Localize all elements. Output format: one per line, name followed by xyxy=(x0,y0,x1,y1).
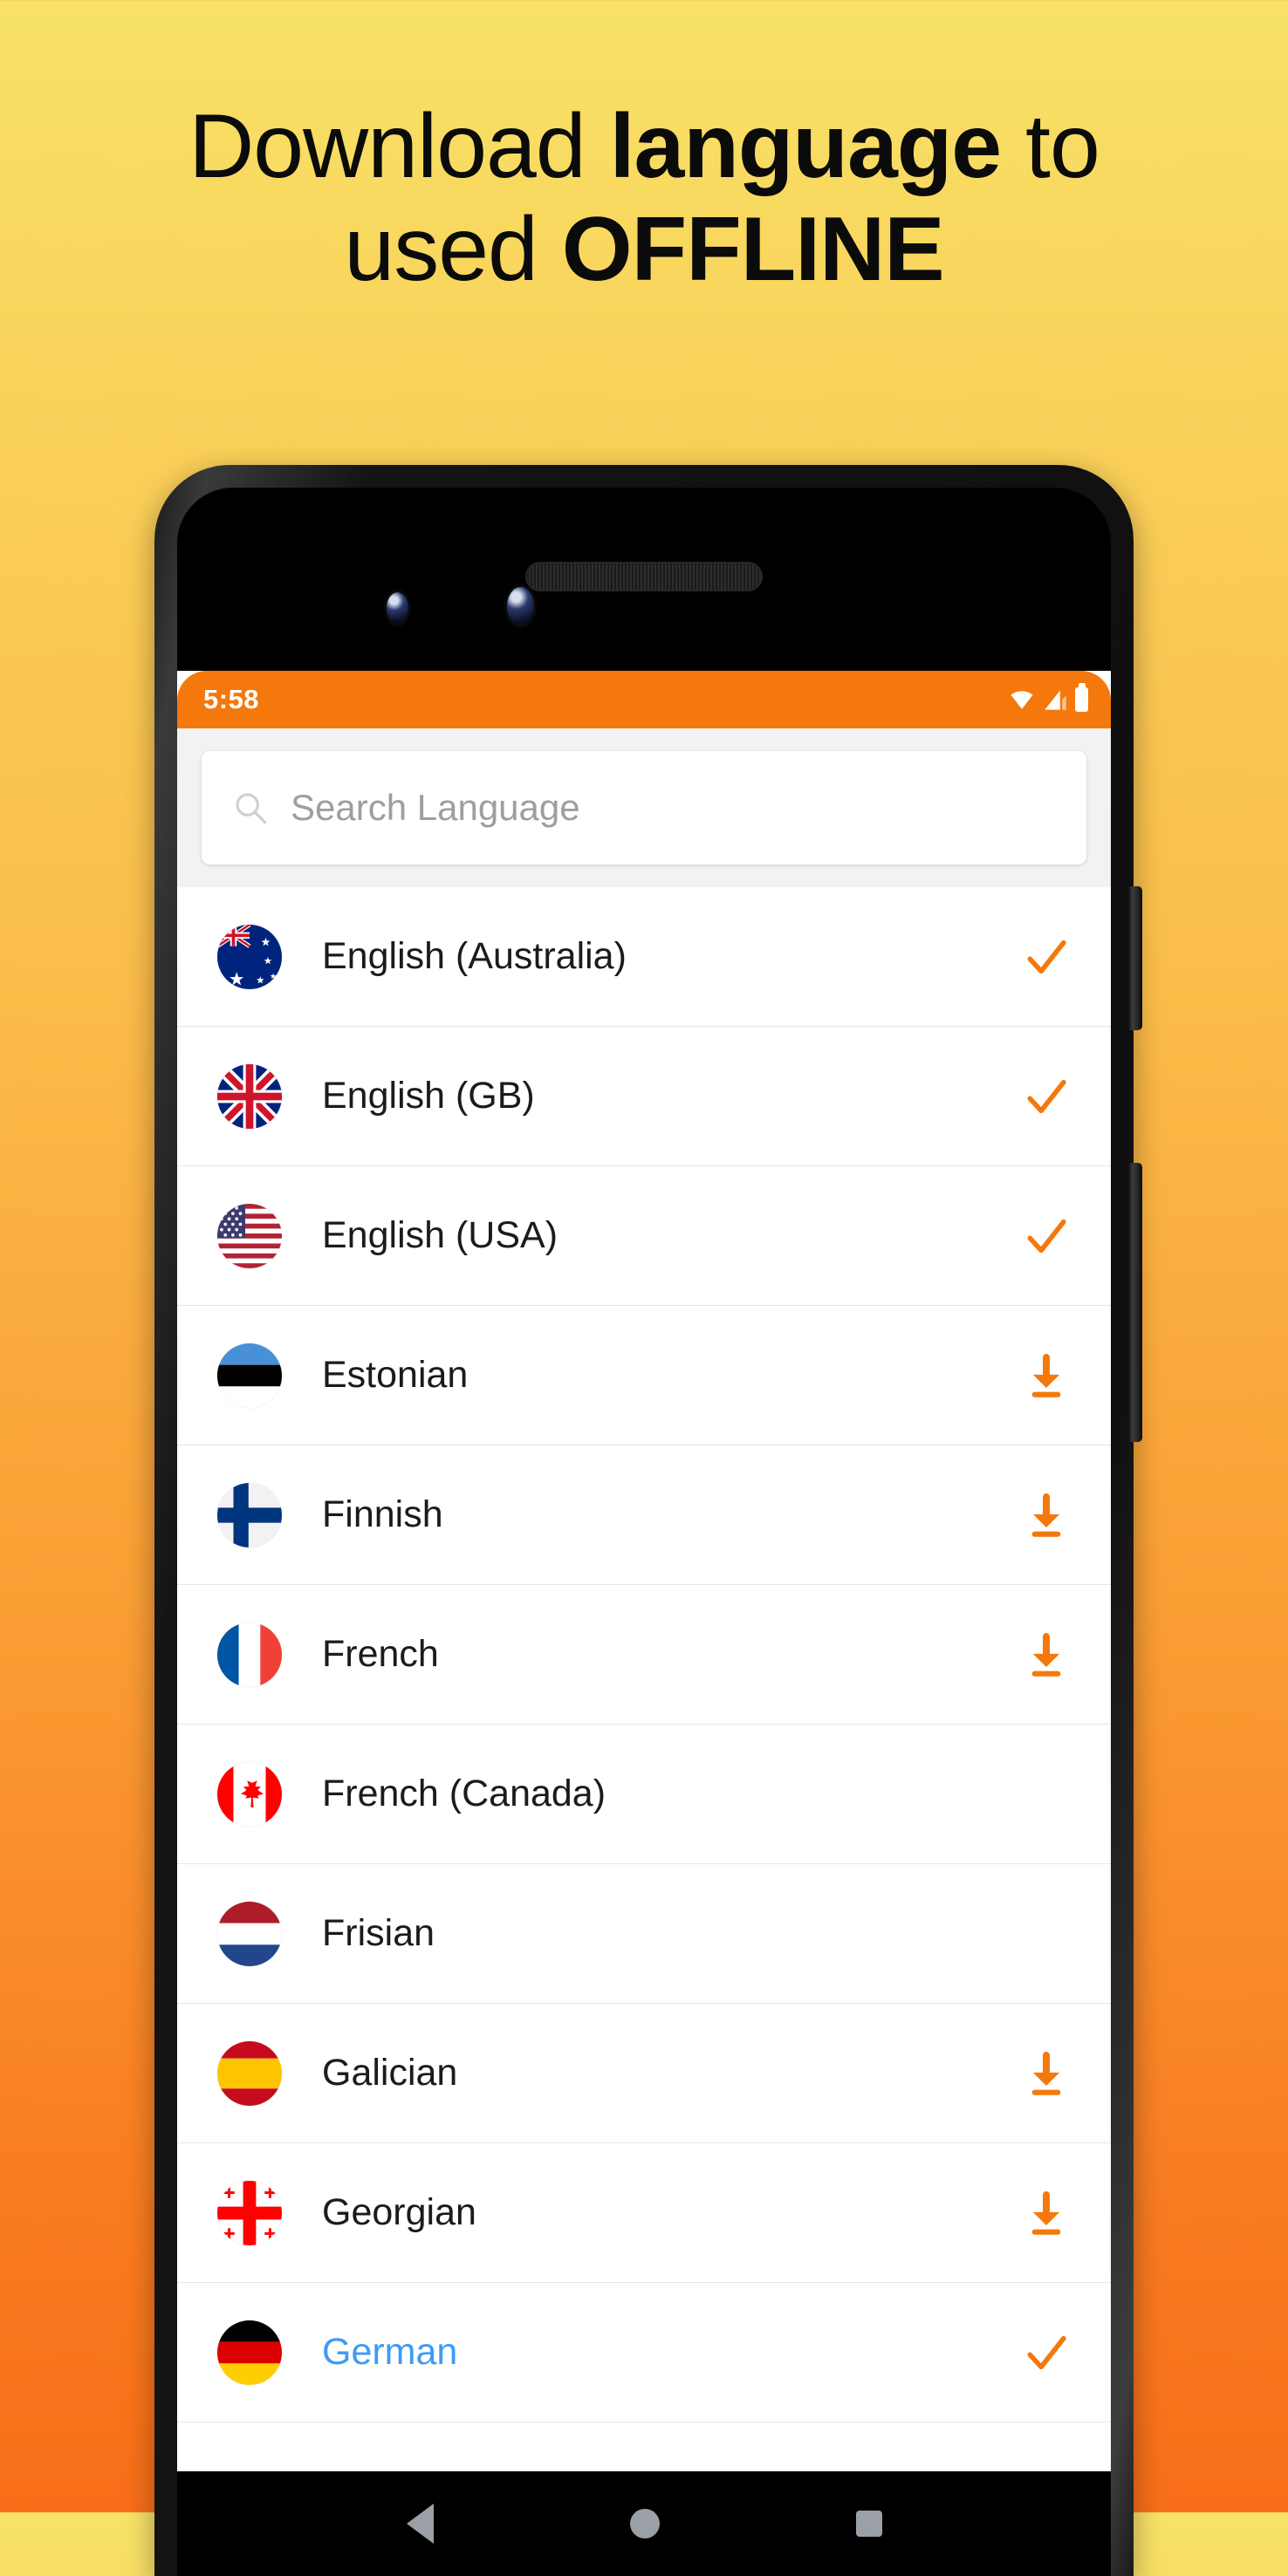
home-button[interactable] xyxy=(629,2509,660,2538)
language-name: French (Canada) xyxy=(322,1773,606,1814)
language-name: Finnish xyxy=(322,1493,443,1535)
flag-icon-au xyxy=(217,924,282,989)
headline-emphasis: language xyxy=(609,96,1003,197)
language-row[interactable]: German xyxy=(177,2283,1111,2422)
wifi-icon xyxy=(1011,691,1033,709)
row-action xyxy=(1022,1770,1071,1819)
front-camera-1-icon xyxy=(387,592,408,624)
language-name: Georgian xyxy=(322,2191,476,2233)
language-name: English (USA) xyxy=(322,1214,558,1256)
row-action[interactable] xyxy=(1022,2328,1071,2377)
flag-icon-us xyxy=(217,1203,282,1268)
headline-text: Download xyxy=(188,96,610,197)
promo-headline: Download language to used OFFLINE xyxy=(0,96,1288,301)
flag-icon-es xyxy=(217,2040,282,2106)
headline-emphasis: OFFLINE xyxy=(561,198,945,300)
phone-mockup: 5:58 Search Language English (Australia)… xyxy=(154,465,1142,2576)
language-row[interactable]: Estonian xyxy=(177,1306,1111,1445)
flag-icon-fi xyxy=(217,1482,282,1548)
row-action xyxy=(1022,1910,1071,1958)
headline-line-1: Download language to xyxy=(35,96,1253,199)
recents-button[interactable] xyxy=(855,2511,882,2537)
language-row[interactable]: Galician xyxy=(177,2004,1111,2143)
row-action[interactable] xyxy=(1022,1212,1071,1261)
volume-rocker[interactable] xyxy=(1128,1163,1142,1442)
headline-text: used xyxy=(344,198,562,300)
battery-icon xyxy=(1075,683,1088,712)
search-section: Search Language xyxy=(177,728,1111,887)
search-icon xyxy=(236,793,267,824)
row-action[interactable] xyxy=(1022,2049,1071,2098)
language-name: French xyxy=(322,1633,439,1675)
language-row[interactable]: Finnish xyxy=(177,1445,1111,1585)
app-screen: 5:58 Search Language English (Australia)… xyxy=(177,671,1111,2576)
language-list[interactable]: English (Australia) English (GB) English… xyxy=(177,887,1111,2422)
check-icon[interactable] xyxy=(1022,1212,1071,1261)
check-icon[interactable] xyxy=(1022,1072,1071,1121)
flag-icon-nl xyxy=(217,1901,282,1966)
earpiece-speaker-icon xyxy=(525,562,763,591)
headline-line-2: used OFFLINE xyxy=(35,199,1253,302)
flag-icon-ee xyxy=(217,1343,282,1408)
row-action[interactable] xyxy=(1022,933,1071,981)
language-name: English (Australia) xyxy=(322,935,627,977)
download-icon[interactable] xyxy=(1022,2189,1071,2238)
row-action[interactable] xyxy=(1022,1630,1071,1679)
language-row[interactable]: English (USA) xyxy=(177,1166,1111,1306)
flag-icon-fr xyxy=(217,1622,282,1687)
flag-icon-de xyxy=(217,2320,282,2385)
power-button[interactable] xyxy=(1128,886,1142,1030)
search-placeholder: Search Language xyxy=(291,787,580,828)
language-name: Estonian xyxy=(322,1354,469,1396)
signal-icon xyxy=(1045,690,1066,710)
language-name: English (GB) xyxy=(322,1075,535,1117)
search-input[interactable]: Search Language xyxy=(202,751,1086,864)
headline-text: to xyxy=(1001,96,1100,197)
row-action[interactable] xyxy=(1022,1072,1071,1121)
language-row[interactable]: French xyxy=(177,1585,1111,1725)
row-action[interactable] xyxy=(1022,1491,1071,1540)
flag-icon-ge xyxy=(217,2180,282,2245)
language-row[interactable]: Frisian xyxy=(177,1864,1111,2004)
status-bar: 5:58 xyxy=(177,671,1111,728)
row-action[interactable] xyxy=(1022,1351,1071,1400)
front-camera-2-icon xyxy=(507,587,534,625)
download-icon[interactable] xyxy=(1022,1491,1071,1540)
flag-icon-gb xyxy=(217,1063,282,1129)
language-name: German xyxy=(322,2331,458,2373)
row-action[interactable] xyxy=(1022,2189,1071,2238)
download-icon[interactable] xyxy=(1022,1630,1071,1679)
android-nav-bar xyxy=(177,2471,1111,2576)
back-button[interactable] xyxy=(406,2504,434,2544)
language-row[interactable]: English (GB) xyxy=(177,1027,1111,1166)
status-bar-clock: 5:58 xyxy=(203,684,260,714)
language-name: Galician xyxy=(322,2052,458,2094)
status-bar-icons xyxy=(1009,683,1088,712)
flag-icon-ca xyxy=(217,1761,282,1827)
download-icon[interactable] xyxy=(1022,2049,1071,2098)
download-icon[interactable] xyxy=(1022,1351,1071,1400)
check-icon[interactable] xyxy=(1022,933,1071,981)
language-row[interactable]: English (Australia) xyxy=(177,887,1111,1027)
language-row[interactable]: Georgian xyxy=(177,2143,1111,2283)
check-icon[interactable] xyxy=(1022,2328,1071,2377)
language-row[interactable]: French (Canada) xyxy=(177,1725,1111,1864)
phone-screen-area: 5:58 Search Language English (Australia)… xyxy=(177,488,1111,2576)
language-name: Frisian xyxy=(322,1912,435,1954)
